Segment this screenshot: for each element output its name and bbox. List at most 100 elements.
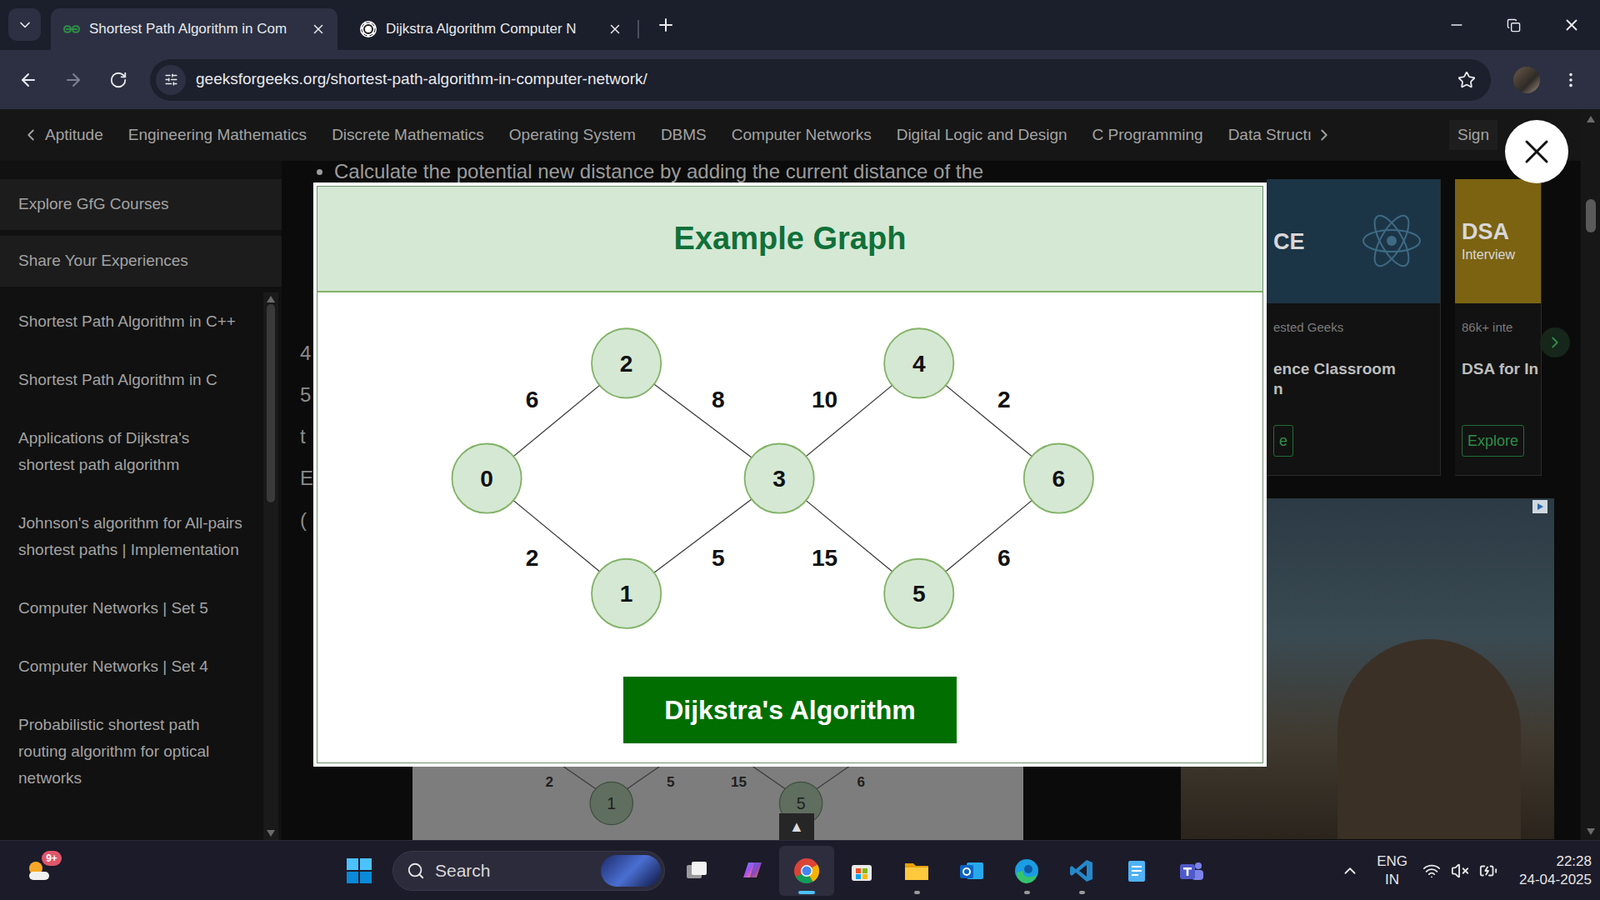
taskbar-app[interactable] — [889, 845, 945, 896]
taskbar-app[interactable] — [999, 845, 1055, 896]
course-card[interactable]: CEested Geeksence Classroomne — [1266, 179, 1441, 476]
sidebar-list-area: Shortest Path Algorithm in C++Shortest P… — [0, 292, 282, 840]
nav-item[interactable]: Data Structı — [1228, 123, 1312, 148]
volume-muted-icon — [1450, 861, 1470, 880]
graph-node: 4 — [884, 328, 954, 398]
page-scroll-down-icon[interactable] — [1586, 828, 1595, 835]
nav-item[interactable]: Aptitude — [45, 123, 104, 148]
edge-weight: 6 — [525, 386, 540, 413]
taskbar-apps — [669, 845, 1220, 896]
course-card-image: CE — [1266, 179, 1440, 304]
battery-charging-icon — [1479, 861, 1498, 880]
course-card-title: DSA for In — [1461, 359, 1536, 380]
close-window-button[interactable] — [1542, 0, 1600, 50]
minimize-button[interactable] — [1427, 0, 1485, 50]
store-icon — [849, 858, 875, 884]
search-highlight-thumbnail — [600, 855, 661, 887]
dijkstra-button[interactable]: Dijkstra's Algorithm — [623, 676, 957, 744]
plus-icon — [655, 15, 676, 35]
svg-text:3: 3 — [772, 465, 786, 492]
modal-close-button[interactable] — [1505, 120, 1569, 184]
wifi-icon — [1422, 861, 1441, 880]
restore-button[interactable] — [1485, 0, 1543, 50]
example-graph: 68102251560123456 — [317, 292, 1263, 664]
bookmark-star-icon[interactable] — [1457, 70, 1476, 90]
sidebar-item[interactable]: Computer Networks | Set 5 — [0, 579, 264, 638]
sidebar-item[interactable]: Shortest Path Algorithm in C — [0, 350, 264, 410]
course-card-button[interactable]: Explore — [1461, 425, 1525, 457]
profile-avatar[interactable] — [1513, 66, 1540, 94]
browser-tab[interactable]: Dijkstra Algorithm Computer N — [347, 8, 635, 50]
notification-badge: 9+ — [41, 850, 62, 866]
course-card-title: ence Classroomn — [1273, 359, 1435, 400]
taskbar-app[interactable] — [834, 845, 890, 896]
nav-scroll-right-icon[interactable] — [1315, 125, 1334, 145]
nav-item[interactable]: Operating System — [509, 123, 636, 148]
sidebar-item[interactable]: Applications of Dijkstra's shortest path… — [0, 409, 264, 495]
nav-item[interactable]: Digital Logic and Design — [896, 123, 1068, 148]
nav-item[interactable]: Engineering Mathematics — [128, 123, 307, 148]
page-scroll-thumb[interactable] — [1585, 199, 1596, 233]
sidebar: Explore GfG CoursesShare Your Experience… — [0, 160, 282, 840]
cards-next-button[interactable] — [1540, 327, 1570, 358]
language-indicator[interactable]: ENGIN — [1376, 852, 1408, 890]
nav-item[interactable]: DBMS — [660, 123, 707, 148]
nav-items: Aptitude Engineering Mathematics Discrete … — [45, 123, 1312, 148]
taskbar-app[interactable] — [944, 845, 1000, 896]
sidebar-list: Shortest Path Algorithm in C++Shortest P… — [0, 292, 264, 840]
running-indicator — [1024, 890, 1030, 895]
course-card-button[interactable]: e — [1273, 425, 1294, 457]
quick-settings[interactable] — [1422, 861, 1498, 880]
back-button[interactable] — [11, 63, 45, 97]
new-tab-button[interactable] — [650, 10, 681, 40]
close-tab-icon[interactable] — [607, 21, 623, 37]
reload-button[interactable] — [101, 63, 135, 97]
system-tray: ENGIN 22:2824-04-2025 — [1333, 850, 1600, 891]
scroll-up-arrow-icon[interactable] — [266, 295, 275, 303]
sidebar-item[interactable]: Computer Networks | Set 4 — [0, 637, 264, 696]
scroll-top-button[interactable]: ▲ — [779, 813, 815, 840]
tray-overflow-button[interactable] — [1333, 850, 1367, 891]
bullet-dot — [316, 169, 323, 175]
graph-node: 6 — [1024, 444, 1094, 514]
taskbar-search[interactable]: Search — [392, 850, 665, 891]
chevron-right-icon — [1545, 333, 1565, 352]
nav-item[interactable]: Discrete Mathematics — [331, 123, 485, 148]
task-view-icon — [684, 858, 710, 884]
sidebar-button[interactable]: Share Your Experiences — [0, 235, 282, 287]
article-bullet: Calculate the potential new distance by … — [281, 160, 1181, 183]
tab-search-button[interactable] — [8, 8, 41, 41]
chrome-icon — [792, 856, 821, 885]
page-scrollbar[interactable] — [1580, 109, 1600, 840]
course-card-image-title: CE — [1273, 228, 1440, 255]
sidebar-item[interactable]: Shortest Path Algorithm in C++ — [0, 292, 264, 351]
page-scroll-up-icon[interactable] — [1586, 115, 1595, 123]
nav-item[interactable]: C Programming — [1092, 123, 1204, 148]
browser-tab[interactable]: Shortest Path Algorithm in Com — [50, 8, 338, 50]
sign-in-button[interactable]: Sign — [1449, 120, 1498, 151]
taskbar-app[interactable] — [1054, 845, 1110, 896]
address-bar[interactable]: geeksforgeeks.org/shortest-path-algorith… — [150, 59, 1491, 101]
sidebar-scrollbar[interactable] — [263, 292, 279, 840]
sidebar-item[interactable]: Probabilistic shortest path routing algo… — [0, 695, 264, 808]
scroll-down-arrow-icon[interactable] — [266, 830, 275, 837]
nav-scroll-left-icon[interactable] — [21, 125, 40, 145]
taskbar-app[interactable] — [779, 845, 835, 896]
nav-item[interactable]: Computer Networks — [731, 123, 872, 148]
course-card[interactable]: DSAInterview86k+ inteDSA for InExplore — [1455, 179, 1542, 476]
widgets-button[interactable]: 9+ — [11, 847, 67, 895]
sidebar-button[interactable]: Explore GfG Courses — [0, 179, 282, 230]
taskbar-app[interactable] — [1109, 845, 1165, 896]
taskbar-app[interactable] — [669, 845, 725, 896]
clock[interactable]: 22:2824-04-2025 — [1519, 852, 1592, 890]
ad-info-badge[interactable] — [1532, 500, 1548, 514]
taskbar-app[interactable] — [1164, 845, 1220, 896]
site-info-button[interactable] — [155, 65, 186, 95]
sidebar-item[interactable]: Johnson's algorithm for All-pairs shorte… — [0, 494, 264, 580]
close-tab-icon[interactable] — [310, 21, 326, 37]
sidebar-scroll-thumb[interactable] — [266, 304, 275, 503]
forward-button[interactable] — [56, 63, 90, 97]
taskbar-app[interactable] — [724, 845, 780, 896]
start-button[interactable] — [331, 847, 387, 895]
browser-menu-button[interactable] — [1557, 66, 1585, 94]
